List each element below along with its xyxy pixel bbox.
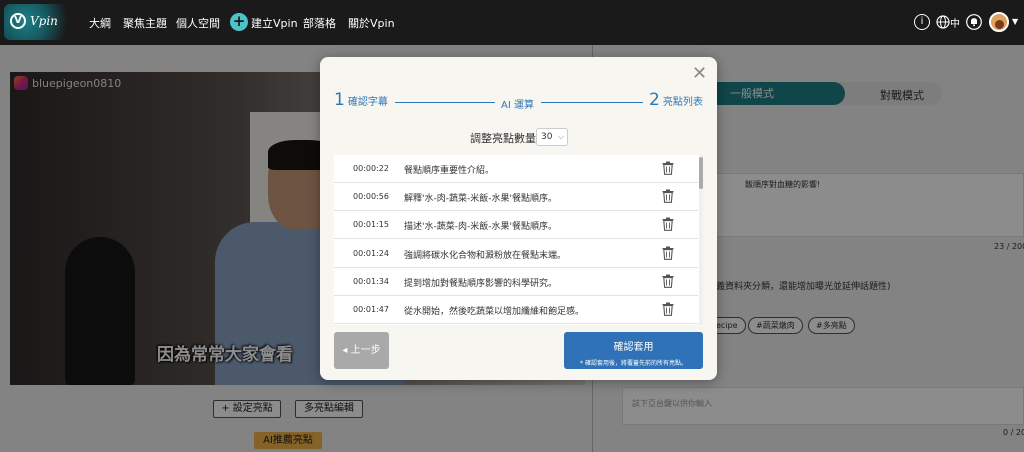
highlight-description[interactable]: 提到增加對餐點順序影響的科學研究。 [404, 276, 557, 289]
user-avatar[interactable] [989, 12, 1009, 32]
step-ai-processing: AI 運算 [501, 100, 534, 111]
highlight-time: 00:01:47 [353, 305, 389, 314]
nav-link-blog[interactable]: 部落格 [303, 15, 336, 31]
highlight-time: 00:01:34 [353, 276, 389, 286]
close-icon[interactable]: ✕ [692, 65, 707, 83]
trash-icon[interactable] [662, 189, 674, 204]
highlight-description[interactable]: 從水開始，然後吃蔬菜以增加纖維和飽足感。 [404, 304, 584, 317]
scroll-thumb[interactable] [699, 157, 703, 189]
highlight-time: 00:00:22 [353, 164, 389, 173]
step-number: 2 [649, 90, 660, 110]
nav-link-create-vpin[interactable]: 建立Vpin [251, 15, 298, 31]
logo-text: Vpin [30, 14, 58, 28]
highlight-time: 00:01:15 [353, 220, 389, 230]
chevron-down-icon: ⌵ [557, 132, 564, 141]
highlight-row[interactable]: 00:01:34 提到增加對餐點順序影響的科學研究。 [334, 267, 698, 296]
step-number: 1 [334, 90, 345, 110]
highlight-description[interactable]: 強調將碳水化合物和澱粉放在餐點末端。 [404, 248, 566, 261]
trash-icon[interactable] [662, 246, 674, 260]
step-highlight-list: 2 亮點列表 [649, 90, 703, 110]
highlight-description[interactable]: 餐點順序重要性介紹。 [404, 163, 494, 176]
trash-icon[interactable] [662, 302, 674, 316]
chevron-down-icon[interactable]: ▼ [1012, 17, 1018, 26]
nav-link-personal-space[interactable]: 個人空間 [176, 15, 220, 31]
highlight-count-value: 30 [541, 132, 553, 142]
nav-link-about[interactable]: 關於Vpin [348, 15, 395, 31]
trash-icon[interactable] [662, 161, 674, 175]
highlight-row[interactable]: 00:01:24 強調將碳水化合物和澱粉放在餐點末端。 [334, 239, 698, 268]
highlight-time: 00:00:56 [353, 192, 389, 202]
list-scrollbar[interactable] [699, 155, 703, 325]
highlight-description[interactable]: 描述'水-蔬菜-肉-米飯-水果'餐點順序。 [404, 219, 557, 232]
trash-icon[interactable] [662, 217, 674, 232]
ai-highlight-modal: ✕ 1 確認字幕 AI 運算 2 亮點列表 調整亮點數量 30 ⌵ 00:00:22… [320, 57, 717, 380]
highlight-row[interactable]: 00:00:22 餐點順序重要性介紹。 [334, 155, 698, 183]
logo-mark: V [10, 13, 26, 29]
info-icon[interactable]: i [914, 14, 930, 30]
previous-step-button[interactable]: ◂ 上一步 [334, 332, 389, 369]
trash-icon[interactable] [662, 274, 674, 288]
nav-link-outline[interactable]: 大綱 [89, 15, 111, 31]
confirm-apply-button[interactable]: 確認套用 * 確認套用後，將覆蓋先前的所有亮點。 [564, 332, 703, 369]
plus-circle-icon[interactable]: + [230, 13, 248, 31]
bell-icon[interactable] [966, 14, 982, 30]
globe-icon[interactable] [936, 15, 950, 29]
highlight-count-select[interactable]: 30 ⌵ [536, 128, 568, 146]
vpin-logo[interactable]: V Vpin [4, 4, 74, 40]
step-label: 確認字幕 [347, 96, 388, 108]
highlight-row[interactable]: 00:00:56 解釋'水-肉-蔬菜-米飯-水果'餐點順序。 [334, 183, 698, 212]
step-connector [541, 102, 643, 103]
confirm-apply-label: 確認套用 [613, 342, 654, 353]
step-confirm-subtitles: 1 確認字幕 [334, 90, 388, 110]
highlight-description[interactable]: 解釋'水-肉-蔬菜-米飯-水果'餐點順序。 [404, 191, 557, 204]
highlight-row[interactable]: 00:01:47 從水開始，然後吃蔬菜以增加纖維和飽足感。 [334, 296, 698, 324]
step-label: 亮點列表 [662, 96, 703, 108]
nav-link-focus-topics[interactable]: 聚焦主題 [123, 15, 167, 31]
top-nav-bar: V Vpin 大綱 聚焦主題 個人空間 + 建立Vpin 部落格 關於Vpin … [0, 0, 1024, 45]
highlight-count-label: 調整亮點數量 [470, 132, 536, 145]
confirm-apply-note: * 確認套用後，將覆蓋先前的所有亮點。 [580, 360, 687, 367]
language-label[interactable]: 中 [950, 15, 960, 30]
highlight-list[interactable]: 00:00:22 餐點順序重要性介紹。 00:00:56 解釋'水-肉-蔬菜-米飯-水… [334, 155, 703, 325]
highlight-row[interactable]: 00:01:15 描述'水-蔬菜-肉-米飯-水果'餐點順序。 [334, 211, 698, 240]
step-connector [395, 102, 495, 103]
highlight-time: 00:01:24 [353, 248, 389, 258]
